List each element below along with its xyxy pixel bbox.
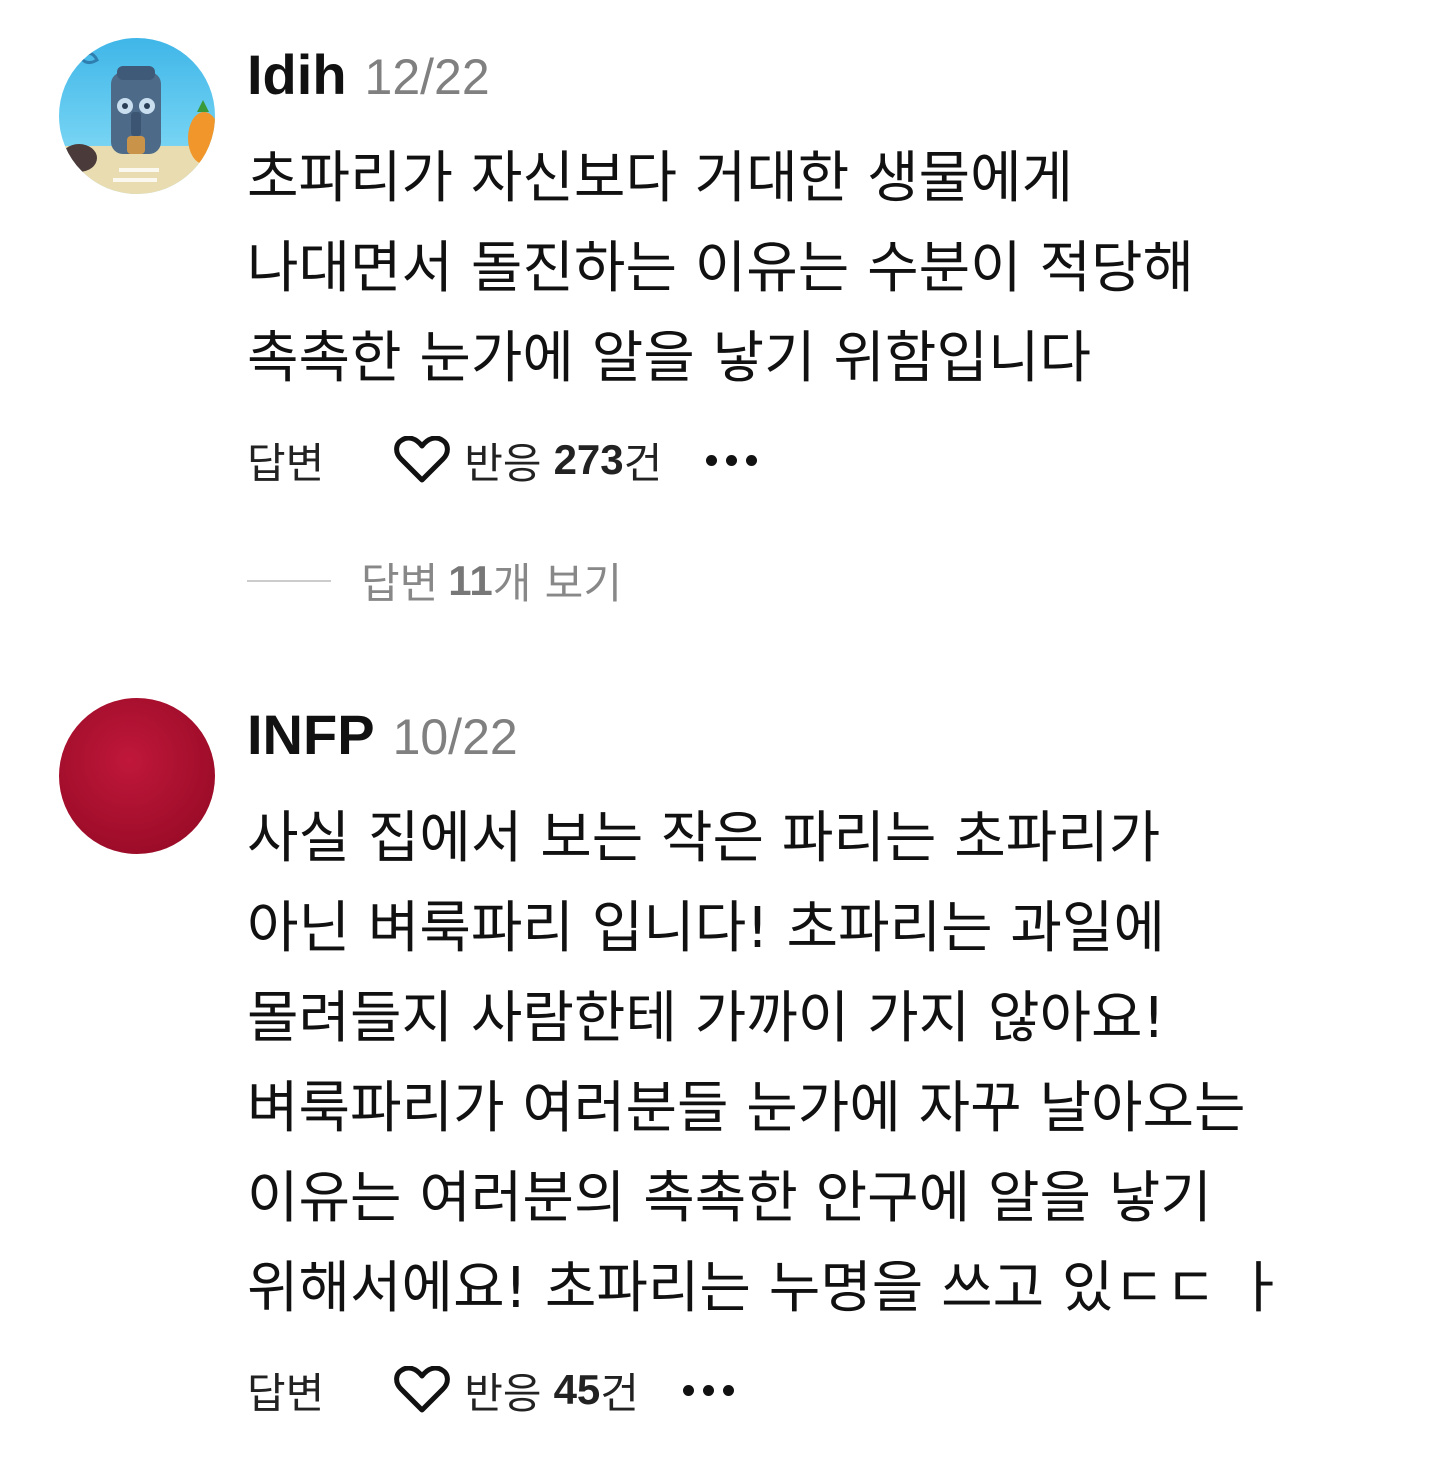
divider [247, 579, 331, 582]
view-replies-button[interactable]: 답변 11 개 보기 [247, 550, 622, 611]
view-replies-prefix: 답변 [361, 559, 439, 608]
comment-actions: 답변 반응 273 건 [247, 430, 1380, 490]
reaction-unit: 건 [623, 438, 663, 488]
reaction-label: 반응 [464, 438, 542, 488]
heart-icon [394, 1366, 451, 1413]
reaction-button[interactable]: 반응 45 건 [394, 1360, 639, 1421]
reply-button[interactable]: 답변 [247, 430, 324, 491]
more-dots-icon[interactable] [706, 454, 766, 466]
view-replies-count: 11 [448, 556, 493, 604]
comment-body-line: 위해서에요! 초파리는 누명을 쓰고 있ㄷㄷ ㅏ [247, 1256, 1286, 1321]
more-dots-icon[interactable] [682, 1384, 743, 1396]
comment-header: INFP 10/22 [247, 702, 1380, 782]
reaction-count: 273 [553, 436, 624, 483]
comment-body-line: 벼룩파리가 여러분들 눈가에 자꾸 날아오는 [247, 1076, 1246, 1141]
reaction-button[interactable]: 반응 273 건 [394, 430, 662, 491]
comment-content: INFP 10/22 사실 집에서 보는 작은 파리는 초파리가 아닌 벼룩파리… [247, 702, 1380, 1334]
red-circle-avatar-icon [59, 698, 215, 854]
avatar[interactable] [59, 38, 215, 194]
reply-button[interactable]: 답변 [247, 1360, 324, 1421]
reaction-unit: 건 [600, 1368, 639, 1418]
view-replies-suffix: 개 보기 [492, 559, 622, 608]
comment-actions: 답변 반응 45 건 [247, 1360, 1380, 1420]
comment-body-line: 이유는 여러분의 촉촉한 안구에 알을 낳기 [247, 1166, 1212, 1231]
comment-body-line: 촉촉한 눈가에 알을 낳기 위함입니다 [247, 326, 1092, 391]
comment-content: Idih 12/22 초파리가 자신보다 거대한 생물에게 나대면서 돌진하는 … [247, 42, 1380, 404]
reaction-count: 45 [553, 1366, 601, 1413]
comment-body: 사실 집에서 보는 작은 파리는 초파리가 아닌 벼룩파리 입니다! 초파리는 … [247, 794, 1380, 1334]
comment-date: 12/22 [364, 49, 490, 105]
comment-body-line: 나대면서 돌진하는 이유는 수분이 적당해 [247, 236, 1195, 301]
comment-body-line: 몰려들지 사람한테 가까이 가지 않아요! [247, 986, 1165, 1051]
reaction-label: 반응 [464, 1368, 542, 1418]
username[interactable]: Idih [247, 42, 347, 107]
avatar[interactable] [59, 698, 215, 854]
heart-icon [394, 436, 451, 483]
comment-body-line: 아닌 벼룩파리 입니다! 초파리는 과일에 [247, 896, 1165, 961]
username[interactable]: INFP [247, 702, 375, 767]
comment-body-line: 사실 집에서 보는 작은 파리는 초파리가 [247, 806, 1161, 871]
view-replies-row: 답변 11 개 보기 [247, 550, 1380, 610]
comment-body: 초파리가 자신보다 거대한 생물에게 나대면서 돌진하는 이유는 수분이 적당해… [247, 134, 1380, 404]
squidward-house-avatar-icon [59, 38, 215, 194]
comment-date: 10/22 [392, 709, 518, 765]
comment-body-line: 초파리가 자신보다 거대한 생물에게 [247, 146, 1074, 211]
comment-header: Idih 12/22 [247, 42, 1380, 122]
